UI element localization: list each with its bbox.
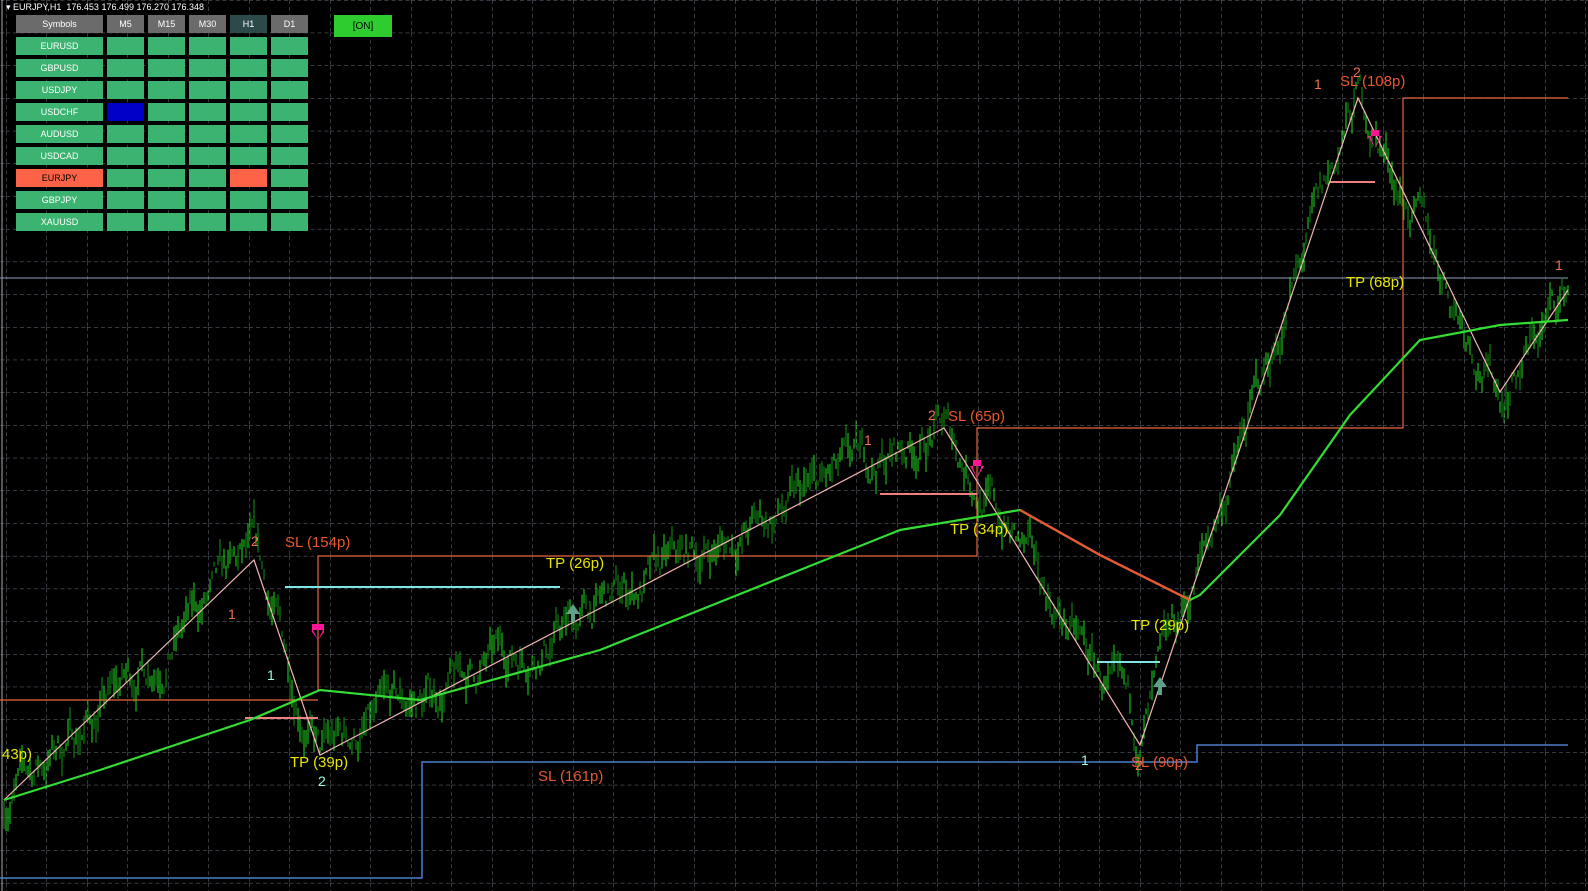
signal-cell-audusd-m30[interactable] [189, 125, 226, 143]
signal-cell-eurusd-m15[interactable] [148, 37, 185, 55]
symbol-button-eurjpy[interactable]: EURJPY [16, 169, 103, 187]
signal-cell-audusd-m5[interactable] [107, 125, 144, 143]
signal-cell-xauusd-h1[interactable] [230, 213, 267, 231]
header-d1[interactable]: D1 [271, 15, 308, 33]
wave-label: 2 [1353, 64, 1361, 80]
wave-label: 2 [1135, 757, 1143, 773]
signal-cell-xauusd-m15[interactable] [148, 213, 185, 231]
signal-cell-usdcad-m15[interactable] [148, 147, 185, 165]
header-m5[interactable]: M5 [107, 15, 144, 33]
signal-cell-audusd-d1[interactable] [271, 125, 308, 143]
symbol-timeframe-panel: Symbols M5 M15 M30 H1 D1 EURUSD GBPUSD USDJPY USD… [16, 15, 308, 231]
sl-label: SL (161p) [538, 768, 604, 785]
sl-label: SL (154p) [285, 534, 351, 551]
signal-cell-eurusd-m30[interactable] [189, 37, 226, 55]
symbol-button-usdjpy[interactable]: USDJPY [16, 81, 103, 99]
tp-label: TP (34p) [950, 521, 1009, 538]
signal-cell-eurjpy-m5[interactable] [107, 169, 144, 187]
signal-cell-usdcad-m5[interactable] [107, 147, 144, 165]
signal-cell-usdjpy-h1[interactable] [230, 81, 267, 99]
signal-cell-usdchf-d1[interactable] [271, 103, 308, 121]
tp-label: TP (39p) [290, 754, 349, 771]
tp-label: TP (29p) [1131, 617, 1190, 634]
symbol-button-audusd[interactable]: AUDUSD [16, 125, 103, 143]
wave-label: 1 [1555, 257, 1563, 273]
symbol-button-xauusd[interactable]: XAUUSD [16, 213, 103, 231]
signal-cell-gbpjpy-m15[interactable] [148, 191, 185, 209]
wave-label: 2 [251, 533, 259, 549]
header-m30[interactable]: M30 [189, 15, 226, 33]
on-toggle-button[interactable]: [ON] [334, 15, 392, 37]
tp-label: TP (26p) [546, 555, 605, 572]
signal-cell-gbpusd-m15[interactable] [148, 59, 185, 77]
signal-cell-eurjpy-h1[interactable] [230, 169, 267, 187]
signal-cell-gbpusd-m5[interactable] [107, 59, 144, 77]
signal-cell-usdjpy-m5[interactable] [107, 81, 144, 99]
symbol-button-eurusd[interactable]: EURUSD [16, 37, 103, 55]
signal-cell-gbpjpy-h1[interactable] [230, 191, 267, 209]
signal-cell-usdcad-h1[interactable] [230, 147, 267, 165]
header-h1[interactable]: H1 [230, 15, 267, 33]
signal-cell-xauusd-m5[interactable] [107, 213, 144, 231]
header-m15[interactable]: M15 [148, 15, 185, 33]
signal-cell-gbpjpy-m30[interactable] [189, 191, 226, 209]
signal-cell-gbpjpy-d1[interactable] [271, 191, 308, 209]
signal-cell-eurusd-d1[interactable] [271, 37, 308, 55]
symbol-button-gbpusd[interactable]: GBPUSD [16, 59, 103, 77]
signal-cell-audusd-m15[interactable] [148, 125, 185, 143]
wave-label: 1 [864, 432, 872, 448]
signal-cell-usdcad-m30[interactable] [189, 147, 226, 165]
wave-label: 1 [1081, 752, 1089, 768]
signal-cell-usdcad-d1[interactable] [271, 147, 308, 165]
signal-cell-usdjpy-d1[interactable] [271, 81, 308, 99]
signal-cell-usdchf-m5[interactable] [107, 103, 144, 121]
ohlc-values: 176.453 176.499 176.270 176.348 [66, 2, 205, 12]
wave-label: 1 [228, 606, 236, 622]
header-symbols[interactable]: Symbols [16, 15, 103, 33]
sl-label: SL (108p) [1340, 73, 1406, 90]
signal-cell-eurjpy-m15[interactable] [148, 169, 185, 187]
symbol-button-usdcad[interactable]: USDCAD [16, 147, 103, 165]
chart-title: ▾ EURJPY,H1 176.453 176.499 176.270 176.… [6, 2, 205, 12]
signal-cell-usdchf-m30[interactable] [189, 103, 226, 121]
signal-cell-audusd-h1[interactable] [230, 125, 267, 143]
signal-cell-gbpusd-m30[interactable] [189, 59, 226, 77]
symbol-button-gbpjpy[interactable]: GBPJPY [16, 191, 103, 209]
signal-cell-xauusd-m30[interactable] [189, 213, 226, 231]
signal-cell-gbpjpy-m5[interactable] [107, 191, 144, 209]
wave-label: 2 [318, 773, 326, 789]
signal-cell-eurusd-h1[interactable] [230, 37, 267, 55]
signal-cell-eurusd-m5[interactable] [107, 37, 144, 55]
signal-cell-gbpusd-h1[interactable] [230, 59, 267, 77]
wave-label: 1 [267, 667, 275, 683]
signal-cell-usdjpy-m15[interactable] [148, 81, 185, 99]
wave-label: 1 [1314, 76, 1322, 92]
tp-label: 43p) [2, 746, 33, 763]
signal-cell-gbpusd-d1[interactable] [271, 59, 308, 77]
signal-cell-usdjpy-m30[interactable] [189, 81, 226, 99]
sl-label: SL (65p) [948, 408, 1005, 425]
signal-cell-eurjpy-d1[interactable] [271, 169, 308, 187]
signal-cell-eurjpy-m30[interactable] [189, 169, 226, 187]
wave-label: 2 [928, 407, 936, 423]
signal-cell-xauusd-d1[interactable] [271, 213, 308, 231]
signal-cell-usdchf-h1[interactable] [230, 103, 267, 121]
symbol-button-usdchf[interactable]: USDCHF [16, 103, 103, 121]
signal-cell-usdchf-m15[interactable] [148, 103, 185, 121]
symbol-timeframe: EURJPY,H1 [13, 2, 62, 12]
tp-label: TP (68p) [1346, 274, 1405, 291]
